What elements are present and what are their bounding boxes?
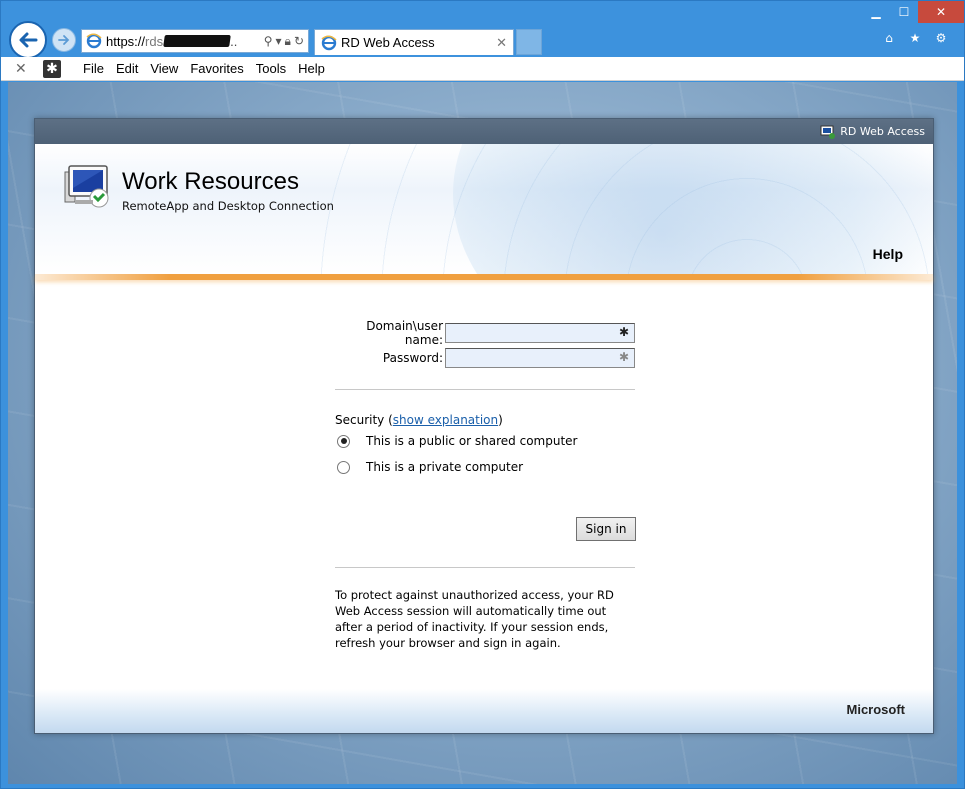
radio-private-row[interactable]: This is a private computer bbox=[337, 460, 523, 474]
back-button[interactable] bbox=[9, 21, 47, 59]
menu-view[interactable]: View bbox=[150, 61, 178, 76]
password-input[interactable] bbox=[445, 348, 635, 368]
tab-rd-web-access[interactable]: RD Web Access ✕ bbox=[314, 29, 514, 55]
menu-bar: ✕ ✱ File Edit View Favorites Tools Help bbox=[1, 57, 964, 81]
key-icon: ✱ bbox=[619, 325, 630, 339]
radio-selected-dot bbox=[340, 438, 347, 444]
username-row: Domain\user name: ✱ bbox=[335, 319, 635, 347]
refresh-icon[interactable]: ↻ bbox=[294, 34, 304, 48]
ie-icon bbox=[321, 35, 337, 50]
arrow-right-icon bbox=[58, 35, 70, 45]
url-suffix: .. bbox=[230, 33, 238, 49]
close-window-button[interactable]: ✕ bbox=[918, 1, 964, 23]
username-label: Domain\user name: bbox=[366, 319, 443, 347]
page-subtitle: RemoteApp and Desktop Connection bbox=[122, 199, 334, 213]
username-input[interactable] bbox=[445, 323, 635, 343]
addon-icon[interactable]: ✱ bbox=[43, 59, 61, 78]
close-icon[interactable]: ✕ bbox=[15, 61, 35, 77]
favorites-star-icon[interactable]: ★ bbox=[906, 29, 924, 47]
menu-favorites[interactable]: Favorites bbox=[190, 61, 243, 76]
dropdown-icon[interactable]: ▾ bbox=[276, 34, 282, 48]
tab-title: RD Web Access bbox=[341, 35, 435, 50]
rdweb-panel: RD Web Access Work Resources RemoteApp a… bbox=[34, 118, 934, 734]
password-label: Password: bbox=[382, 351, 443, 365]
timeout-notice: To protect against unauthorized access, … bbox=[335, 588, 614, 650]
ie-icon bbox=[86, 33, 102, 49]
radio-private-label: This is a private computer bbox=[366, 460, 524, 474]
menu-file[interactable]: File bbox=[83, 61, 104, 76]
microsoft-logo: Microsoft bbox=[846, 702, 906, 717]
new-tab-button[interactable] bbox=[516, 29, 542, 55]
url-host: rds bbox=[145, 33, 164, 49]
panel-header: RD Web Access bbox=[35, 119, 933, 144]
browser-window: https:// rds .. ⚲ ▾ 🔒︎ ↻ RD Web Access ✕… bbox=[0, 0, 965, 789]
page-title: Work Resources bbox=[122, 168, 299, 195]
rd-web-access-label: RD Web Access bbox=[840, 125, 925, 138]
key-icon: ✱ bbox=[619, 350, 630, 364]
rd-web-access-icon bbox=[820, 125, 836, 139]
menu-edit[interactable]: Edit bbox=[116, 61, 138, 76]
minimize-button[interactable]: ▁ bbox=[862, 1, 890, 23]
url-prefix: https:// bbox=[106, 33, 146, 49]
radio-public-label: This is a public or shared computer bbox=[366, 434, 578, 448]
address-bar[interactable]: https:// rds .. ⚲ ▾ 🔒︎ ↻ bbox=[81, 29, 309, 53]
forward-button[interactable] bbox=[52, 28, 76, 52]
page-footer: Microsoft bbox=[35, 689, 933, 733]
sign-in-button[interactable]: Sign in bbox=[576, 517, 636, 541]
divider bbox=[335, 567, 635, 568]
password-row: Password: ✱ bbox=[335, 348, 635, 368]
menu-tools[interactable]: Tools bbox=[256, 61, 286, 76]
browser-navbar: https:// rds .. ⚲ ▾ 🔒︎ ↻ RD Web Access ✕… bbox=[1, 1, 964, 59]
redaction-mark bbox=[163, 35, 231, 47]
security-prefix: Security ( bbox=[335, 413, 393, 427]
show-explanation-link[interactable]: show explanation bbox=[393, 413, 498, 427]
lock-icon[interactable]: 🔒︎ bbox=[285, 34, 291, 49]
divider bbox=[335, 389, 635, 390]
close-tab-icon[interactable]: ✕ bbox=[496, 35, 507, 51]
security-suffix: ) bbox=[498, 413, 503, 427]
help-link[interactable]: Help bbox=[873, 246, 903, 262]
arrow-left-icon bbox=[19, 32, 38, 48]
home-icon[interactable]: ⌂ bbox=[880, 29, 898, 47]
password-wrap: ✱ bbox=[445, 348, 635, 368]
page-banner: Work Resources RemoteApp and Desktop Con… bbox=[35, 144, 933, 274]
security-line: Security (show explanation) bbox=[335, 413, 503, 427]
radio-public-row[interactable]: This is a public or shared computer bbox=[337, 434, 577, 448]
page-viewport: RD Web Access Work Resources RemoteApp a… bbox=[8, 82, 957, 784]
maximize-button[interactable]: ☐ bbox=[890, 1, 918, 23]
menu-help[interactable]: Help bbox=[298, 61, 325, 76]
banner-arcs bbox=[313, 144, 933, 274]
window-controls: ▁ ☐ ✕ bbox=[862, 1, 964, 23]
orange-divider bbox=[35, 274, 933, 280]
gear-icon[interactable]: ⚙ bbox=[932, 29, 950, 47]
browser-tool-icons: ⌂ ★ ⚙ bbox=[880, 29, 950, 47]
address-bar-icons: ⚲ ▾ 🔒︎ ↻ bbox=[264, 34, 308, 49]
username-wrap: ✱ bbox=[445, 323, 635, 343]
search-icon[interactable]: ⚲ bbox=[264, 34, 273, 48]
radio-private[interactable] bbox=[337, 460, 350, 474]
radio-public[interactable] bbox=[337, 434, 350, 448]
remote-desktop-icon bbox=[64, 165, 109, 208]
